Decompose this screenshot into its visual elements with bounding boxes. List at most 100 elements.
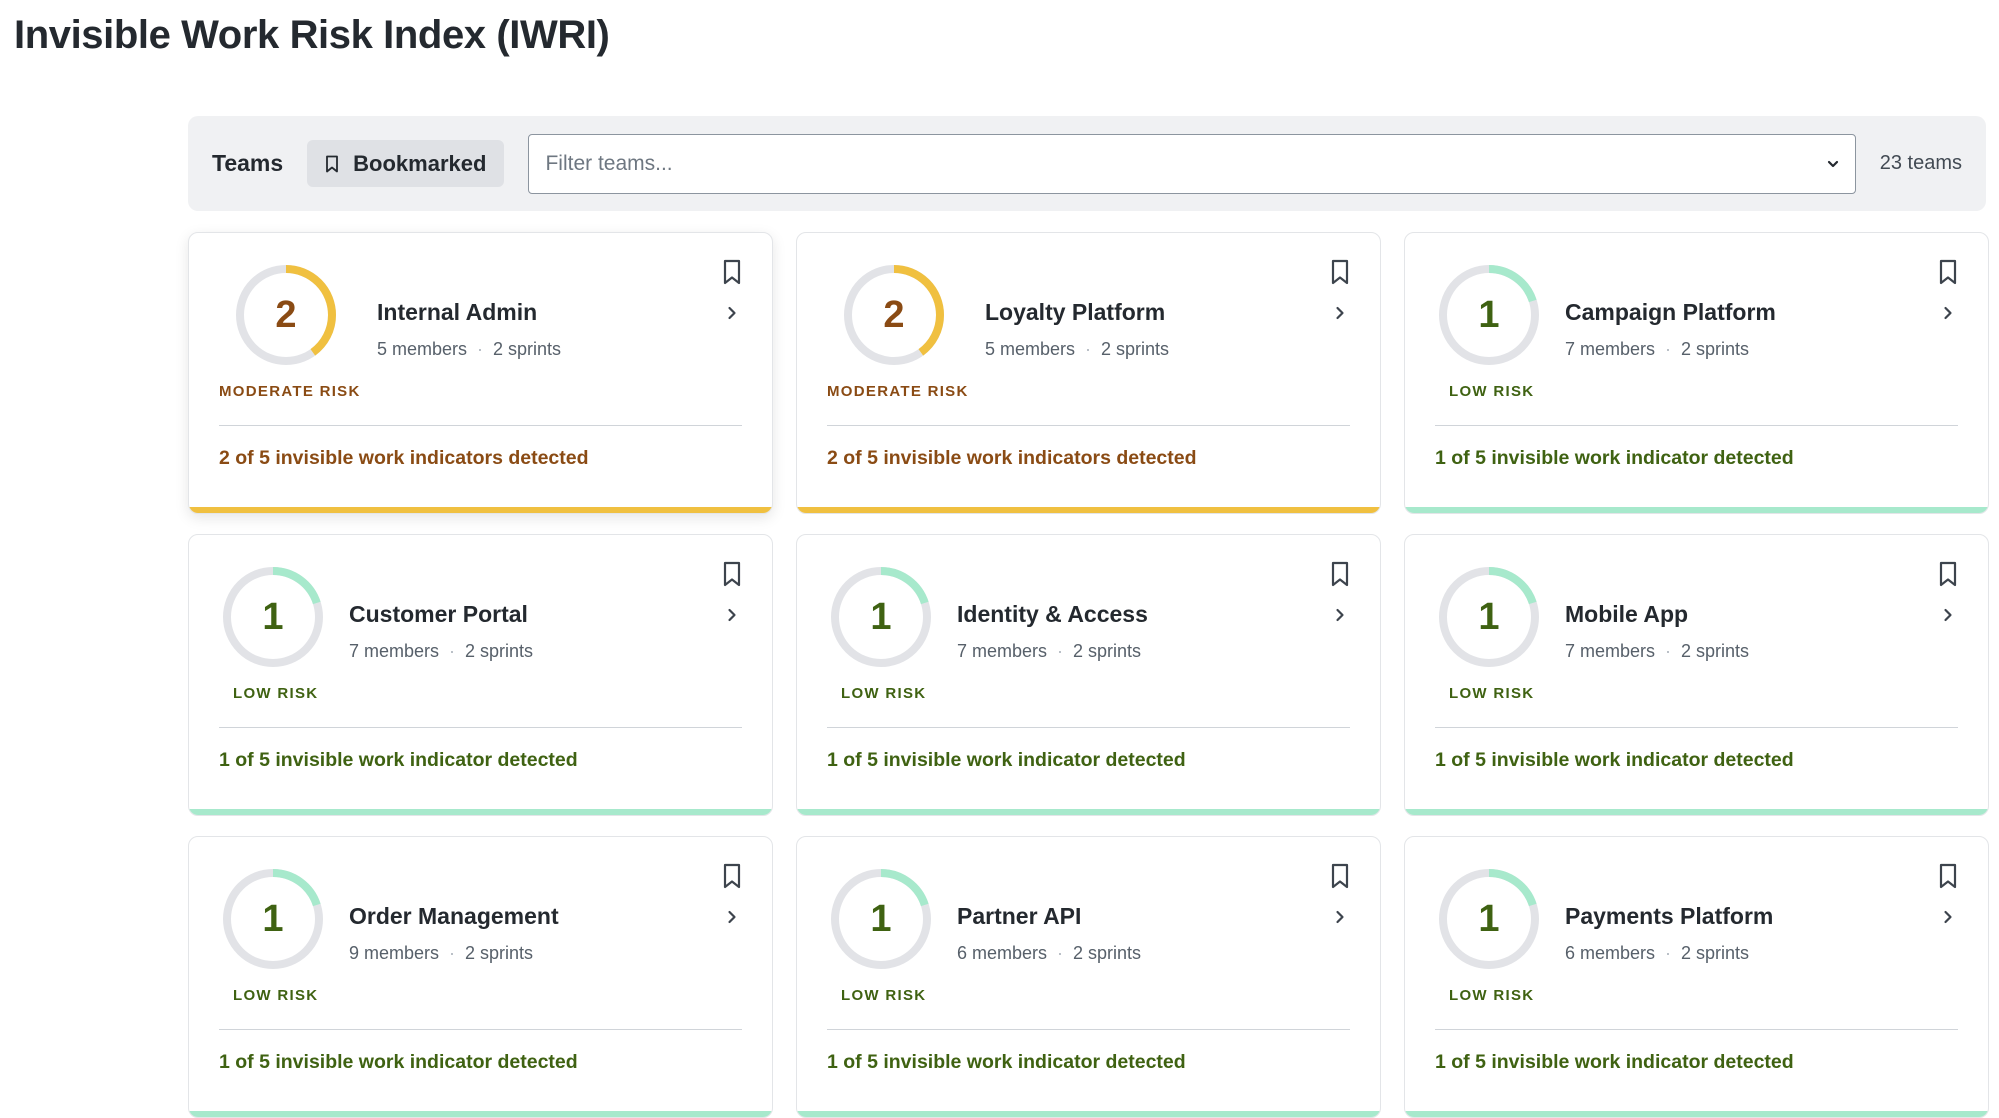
risk-score: 1 <box>870 897 892 940</box>
risk-score: 2 <box>883 293 905 336</box>
bookmark-icon[interactable] <box>1330 863 1350 889</box>
chevron-right-icon[interactable] <box>1942 909 1954 925</box>
risk-score-gauge: 2 <box>842 263 946 367</box>
card-divider <box>219 1029 742 1030</box>
risk-level-label: LOW RISK <box>1449 383 1535 400</box>
separator-dot: · <box>1057 641 1064 661</box>
team-sprints: 2 sprints <box>1073 641 1142 661</box>
chevron-right-icon[interactable] <box>1942 305 1954 321</box>
team-meta: 5 members · 2 sprints <box>377 339 561 360</box>
risk-accent-bar <box>1405 1111 1988 1117</box>
team-name: Partner API <box>957 903 1082 929</box>
risk-score: 1 <box>870 595 892 638</box>
team-card[interactable]: 1 LOW RISK Payments Platform 6 members · 2… <box>1404 836 1989 1118</box>
chevron-right-icon[interactable] <box>1334 607 1346 623</box>
indicators-detected: 1 of 5 invisible work indicator detected <box>827 749 1186 771</box>
team-name: Order Management <box>349 903 559 929</box>
team-sprints: 2 sprints <box>493 339 562 359</box>
risk-score: 1 <box>262 595 284 638</box>
risk-score: 1 <box>262 897 284 940</box>
team-members: 6 members <box>957 943 1048 963</box>
chevron-down-icon[interactable] <box>1825 156 1841 172</box>
team-card[interactable]: 1 LOW RISK Partner API 6 members · 2 sprin… <box>796 836 1381 1118</box>
bookmark-icon[interactable] <box>1330 561 1350 587</box>
team-meta: 6 members · 2 sprints <box>957 943 1141 964</box>
bookmark-icon[interactable] <box>722 561 742 587</box>
risk-accent-bar <box>189 507 772 513</box>
bookmark-icon[interactable] <box>722 259 742 285</box>
team-meta: 5 members · 2 sprints <box>985 339 1169 360</box>
chevron-right-icon[interactable] <box>1334 909 1346 925</box>
risk-accent-bar <box>797 809 1380 815</box>
indicators-detected: 1 of 5 invisible work indicator detected <box>1435 749 1794 771</box>
team-card[interactable]: 2 MODERATE RISK Loyalty Platform 5 membe… <box>796 232 1381 514</box>
team-count: 23 teams <box>1879 152 1962 174</box>
separator-dot: · <box>477 339 484 359</box>
bookmark-icon <box>325 155 339 173</box>
team-members: 5 members <box>377 339 468 359</box>
risk-accent-bar <box>797 507 1380 513</box>
indicators-detected: 1 of 5 invisible work indicator detected <box>219 749 578 771</box>
bookmark-icon[interactable] <box>1938 259 1958 285</box>
team-card-grid: 2 MODERATE RISK Internal Admin 5 members… <box>188 232 1989 1118</box>
team-card[interactable]: 2 MODERATE RISK Internal Admin 5 members… <box>188 232 773 514</box>
team-card[interactable]: 1 LOW RISK Campaign Platform 7 members · 2… <box>1404 232 1989 514</box>
bookmarked-filter-button[interactable]: Bookmarked <box>307 140 505 187</box>
card-divider <box>827 727 1350 728</box>
team-members: 7 members <box>957 641 1048 661</box>
chevron-right-icon[interactable] <box>726 909 738 925</box>
indicators-detected: 1 of 5 invisible work indicator detected <box>219 1051 578 1073</box>
bookmark-icon[interactable] <box>1938 561 1958 587</box>
team-name: Mobile App <box>1565 601 1689 627</box>
team-card[interactable]: 1 LOW RISK Order Management 9 members · 2 … <box>188 836 773 1118</box>
chevron-right-icon[interactable] <box>726 607 738 623</box>
card-divider <box>1435 727 1958 728</box>
team-sprints: 2 sprints <box>1681 943 1750 963</box>
indicators-detected: 1 of 5 invisible work indicator detected <box>1435 447 1794 469</box>
team-card[interactable]: 1 LOW RISK Mobile App 7 members · 2 sprint… <box>1404 534 1989 816</box>
indicators-detected: 2 of 5 invisible work indicators detecte… <box>827 447 1197 469</box>
team-meta: 7 members · 2 sprints <box>1565 339 1749 360</box>
risk-accent-bar <box>797 1111 1380 1117</box>
team-members: 9 members <box>349 943 440 963</box>
risk-score: 2 <box>275 293 297 336</box>
team-members: 7 members <box>1565 339 1656 359</box>
bookmark-icon[interactable] <box>1330 259 1350 285</box>
risk-score-gauge: 1 <box>221 867 325 971</box>
team-name: Campaign Platform <box>1565 299 1776 325</box>
risk-level-label: LOW RISK <box>233 685 319 702</box>
risk-score-gauge: 1 <box>1437 565 1541 669</box>
filter-teams-select[interactable] <box>528 133 1856 194</box>
bookmark-icon[interactable] <box>1938 863 1958 889</box>
team-sprints: 2 sprints <box>465 641 534 661</box>
risk-level-label: LOW RISK <box>1449 987 1535 1004</box>
team-sprints: 2 sprints <box>465 943 534 963</box>
chevron-right-icon[interactable] <box>1334 305 1346 321</box>
bookmark-icon[interactable] <box>722 863 742 889</box>
team-card[interactable]: 1 LOW RISK Customer Portal 7 members · 2 s… <box>188 534 773 816</box>
separator-dot: · <box>1665 339 1672 359</box>
team-sprints: 2 sprints <box>1073 943 1142 963</box>
filter-teams-input[interactable] <box>543 150 1817 177</box>
risk-score-gauge: 2 <box>234 263 338 367</box>
card-divider <box>1435 425 1958 426</box>
team-name: Identity & Access <box>957 601 1148 627</box>
teams-toolbar: Teams Bookmarked 23 teams <box>188 116 1986 211</box>
team-card[interactable]: 1 LOW RISK Identity & Access 7 members · 2… <box>796 534 1381 816</box>
page-title: Invisible Work Risk Index (IWRI) <box>14 13 610 57</box>
indicators-detected: 1 of 5 invisible work indicator detected <box>827 1051 1186 1073</box>
team-meta: 7 members · 2 sprints <box>957 641 1141 662</box>
team-members: 7 members <box>349 641 440 661</box>
risk-score: 1 <box>1478 897 1500 940</box>
team-sprints: 2 sprints <box>1681 339 1750 359</box>
chevron-right-icon[interactable] <box>726 305 738 321</box>
team-members: 5 members <box>985 339 1076 359</box>
risk-level-label: LOW RISK <box>841 685 927 702</box>
risk-score-gauge: 1 <box>221 565 325 669</box>
chevron-right-icon[interactable] <box>1942 607 1954 623</box>
risk-accent-bar <box>1405 809 1988 815</box>
risk-accent-bar <box>1405 507 1988 513</box>
indicators-detected: 2 of 5 invisible work indicators detecte… <box>219 447 589 469</box>
team-members: 6 members <box>1565 943 1656 963</box>
team-members: 7 members <box>1565 641 1656 661</box>
